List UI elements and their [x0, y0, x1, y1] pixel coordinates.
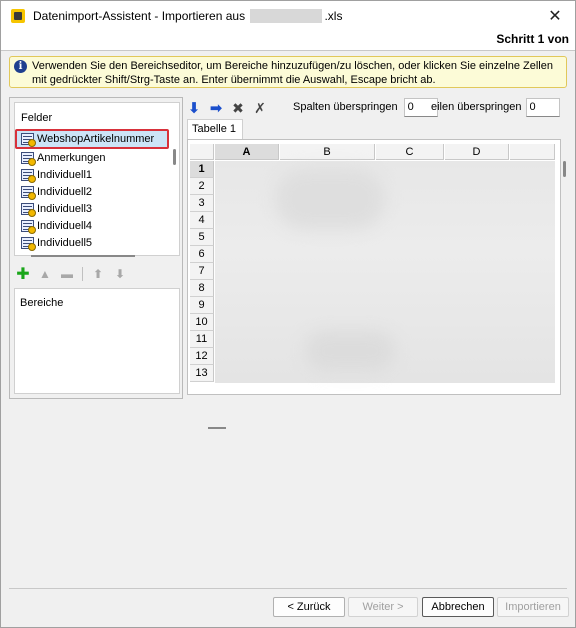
skip-rows-input[interactable]	[525, 97, 560, 117]
column-header-a[interactable]: A	[215, 144, 279, 160]
skip-columns-group: Spalten überspringen	[293, 97, 438, 117]
arrow-right-blue-icon[interactable]: ➡	[209, 100, 223, 117]
range-toolbar: ✚ ▲ ▬ ⬆ ⬇	[16, 266, 135, 283]
back-button[interactable]: < Zurück	[273, 597, 345, 617]
info-icon: i	[14, 60, 27, 73]
row-header[interactable]: 1	[190, 161, 214, 178]
fields-horizontal-scrollbar[interactable]	[31, 255, 135, 257]
field-label: WebshopArtikelnummer	[37, 133, 155, 145]
field-label: Individuell5	[37, 236, 93, 249]
fields-list: Felder WebshopArtikelnummer Anmerkungen …	[14, 102, 180, 257]
info-text: Verwenden Sie den Bereichseditor, um Ber…	[32, 60, 553, 86]
step-label: Schritt 1 von	[496, 32, 569, 46]
field-label: Individuell1	[37, 168, 93, 181]
field-icon	[21, 133, 36, 147]
arrow-down-icon[interactable]: ⬇	[113, 267, 127, 281]
row-header[interactable]: 6	[190, 246, 214, 263]
field-label: Anmerkungen	[37, 151, 106, 164]
ranges-header: Bereiche	[20, 297, 64, 309]
ranges-list[interactable]: Bereiche	[14, 288, 180, 394]
fields-tree: WebshopArtikelnummer Anmerkungen Individ…	[15, 129, 169, 251]
field-icon	[21, 219, 36, 234]
row-header[interactable]: 13	[190, 365, 214, 382]
minus-icon[interactable]: ▬	[60, 267, 74, 281]
field-item-webshopartikelnummer[interactable]: WebshopArtikelnummer	[15, 129, 169, 149]
window-title-suffix: .xls	[324, 8, 343, 23]
row-header[interactable]: 8	[190, 280, 214, 297]
redacted-cells-area[interactable]	[215, 161, 555, 383]
step-bar: Schritt 1 von	[1, 31, 575, 51]
window-title-prefix: Datenimport-Assistent - Importieren aus	[33, 8, 246, 23]
field-icon	[21, 236, 36, 251]
sheet-vertical-scrollbar[interactable]	[563, 161, 566, 177]
window-title: Datenimport-Assistent - Importieren aus …	[33, 9, 342, 24]
row-header[interactable]: 3	[190, 195, 214, 212]
field-item-individuell5[interactable]: Individuell5	[19, 234, 169, 251]
field-label: Individuell4	[37, 219, 93, 232]
row-header[interactable]: 10	[190, 314, 214, 331]
field-label: Individuell3	[37, 202, 93, 215]
row-header[interactable]: 5	[190, 229, 214, 246]
skip-columns-label: Spalten überspringen	[293, 101, 398, 113]
field-item-individuell1[interactable]: Individuell1	[19, 166, 169, 183]
tab-tabelle-1[interactable]: Tabelle 1	[187, 119, 243, 139]
sheet-horizontal-scrollbar[interactable]	[208, 427, 226, 429]
field-icon	[21, 168, 36, 183]
field-icon	[21, 151, 36, 166]
fields-vertical-scrollbar[interactable]	[173, 149, 176, 165]
field-item-individuell2[interactable]: Individuell2	[19, 183, 169, 200]
cancel-button[interactable]: Abbrechen	[422, 597, 494, 617]
field-item-anmerkungen[interactable]: Anmerkungen	[19, 149, 169, 166]
corner-cell[interactable]	[190, 144, 214, 160]
field-item-individuell4[interactable]: Individuell4	[19, 217, 169, 234]
field-icon	[21, 202, 36, 217]
triangle-up-icon[interactable]: ▲	[38, 267, 52, 281]
redacted-blur	[275, 169, 385, 229]
row-header[interactable]: 12	[190, 348, 214, 365]
info-message: i Verwenden Sie den Bereichseditor, um B…	[9, 56, 567, 88]
delete-all-icon[interactable]: ✗	[253, 100, 267, 116]
row-header[interactable]: 9	[190, 297, 214, 314]
skip-rows-group: eilen überspringen	[431, 97, 560, 117]
import-button[interactable]: Importieren	[497, 597, 569, 617]
column-header-c[interactable]: C	[376, 144, 444, 160]
field-label: Individuell2	[37, 185, 93, 198]
title-bar: Datenimport-Assistent - Importieren aus …	[1, 1, 575, 31]
redacted-filename	[250, 9, 323, 24]
fields-panel: Felder WebshopArtikelnummer Anmerkungen …	[9, 97, 183, 399]
spreadsheet-grid: A B C D 1 2 3 4 5 6 7 8 9 10 11 12 13	[187, 139, 561, 429]
sheet-toolbar: ⬇ ➡ ✖ ✗	[187, 99, 275, 118]
column-header-b[interactable]: B	[280, 144, 375, 160]
arrow-up-icon[interactable]: ⬆	[91, 267, 105, 281]
sheet-panel: ⬇ ➡ ✖ ✗ Spalten überspringen eilen übers…	[187, 97, 569, 429]
field-icon	[21, 185, 36, 200]
row-header[interactable]: 11	[190, 331, 214, 348]
column-header-d[interactable]: D	[445, 144, 509, 160]
close-icon[interactable]: ✕	[535, 1, 575, 31]
app-icon	[11, 9, 25, 23]
redacted-blur	[305, 331, 395, 371]
column-header-empty[interactable]	[510, 144, 555, 160]
delete-icon[interactable]: ✖	[231, 100, 245, 116]
field-item-individuell3[interactable]: Individuell3	[19, 200, 169, 217]
next-button[interactable]: Weiter >	[348, 597, 418, 617]
row-header[interactable]: 2	[190, 178, 214, 195]
add-range-icon[interactable]: ✚	[16, 266, 30, 283]
footer-divider	[9, 588, 567, 589]
skip-rows-label: eilen überspringen	[431, 101, 522, 113]
arrow-down-blue-icon[interactable]: ⬇	[187, 100, 201, 117]
row-header[interactable]: 4	[190, 212, 214, 229]
toolbar-separator	[82, 267, 83, 281]
row-header[interactable]: 7	[190, 263, 214, 280]
fields-header: Felder	[21, 112, 53, 124]
import-wizard-window: Datenimport-Assistent - Importieren aus …	[0, 0, 576, 628]
